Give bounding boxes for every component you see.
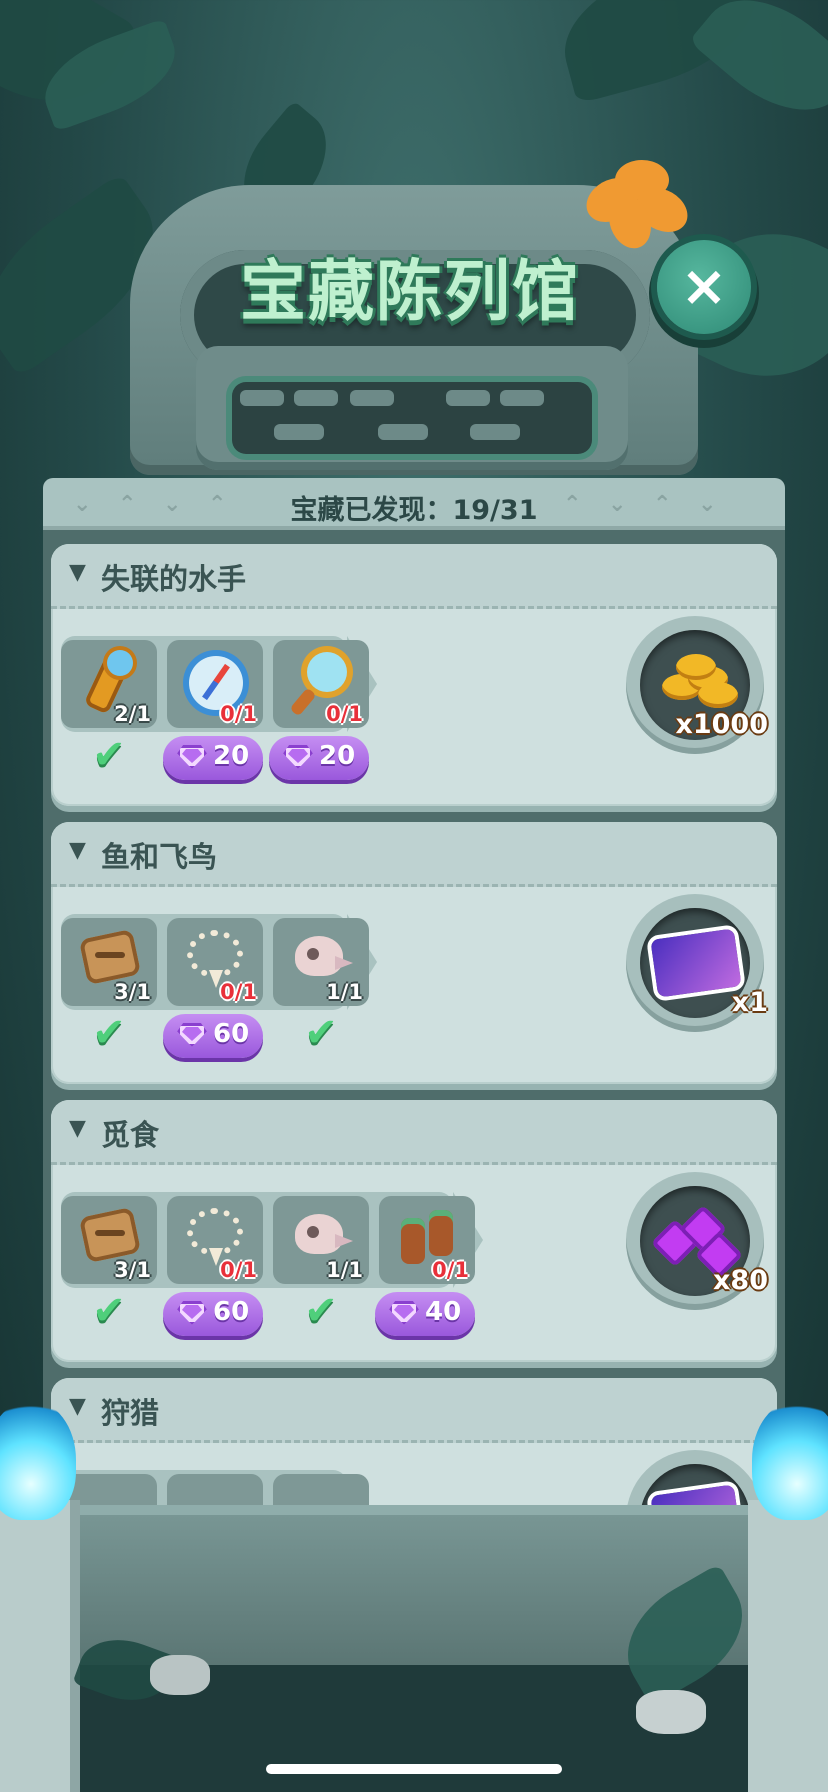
right-pillar bbox=[748, 1500, 828, 1792]
collection-item[interactable]: 3/1 bbox=[61, 1196, 157, 1284]
brick-decoration bbox=[470, 424, 520, 440]
brick-decoration bbox=[446, 390, 490, 406]
orange-flower-decoration bbox=[575, 160, 696, 255]
buy-with-gems-button[interactable]: 60 bbox=[163, 1292, 263, 1336]
check-icon: ✔ bbox=[304, 1288, 338, 1334]
collection-item[interactable]: 2/1 bbox=[61, 640, 157, 728]
gem-price: 20 bbox=[319, 741, 356, 771]
collection-item[interactable]: 0/1 bbox=[379, 1196, 475, 1284]
gem-price: 20 bbox=[213, 741, 250, 771]
item-count: 0/1 bbox=[220, 1258, 257, 1282]
reward-amount: x1 bbox=[731, 987, 768, 1018]
collection-item[interactable]: 0/1 bbox=[167, 640, 263, 728]
item-count: 0/1 bbox=[220, 980, 257, 1004]
gem-price: 40 bbox=[425, 1297, 462, 1327]
chevron-down-icon: ▼ bbox=[69, 560, 86, 585]
brick-decoration bbox=[350, 390, 394, 406]
collection-item[interactable]: 0/1 bbox=[167, 1196, 263, 1284]
section-header[interactable]: ▼ 失联的水手 bbox=[51, 544, 777, 609]
gem-icon bbox=[283, 745, 313, 769]
buy-with-gems-button[interactable]: 20 bbox=[269, 736, 369, 780]
collection-list[interactable]: ▼ 失联的水手 2/1 ✔ 0/1 20 0/1 20 x1000 ▼ 鱼和飞鸟… bbox=[43, 530, 785, 1505]
discovered-bar: ⌄ ⌃ ⌄ ⌃ ⌃ ⌄ ⌃ ⌄ 宝藏已发现：19/31 bbox=[43, 478, 785, 530]
section-reward[interactable]: x1000 bbox=[626, 616, 768, 754]
section-reward[interactable]: x1 bbox=[626, 894, 768, 1032]
brick-decoration bbox=[378, 424, 428, 440]
collection-section[interactable]: ▼ 鱼和飞鸟 3/1 ✔ 0/1 60 1/1 ✔ x1 bbox=[51, 822, 777, 1084]
gem-icon bbox=[177, 1023, 207, 1047]
section-header[interactable]: ▼ 鱼和飞鸟 bbox=[51, 822, 777, 887]
chevron-down-icon: ▼ bbox=[69, 1394, 86, 1419]
home-indicator[interactable] bbox=[266, 1764, 562, 1774]
gem-price: 60 bbox=[213, 1019, 250, 1049]
page-title: 宝藏陈列馆 bbox=[240, 253, 580, 330]
gem-icon bbox=[177, 1301, 207, 1325]
section-title: 狩猎 bbox=[101, 1396, 160, 1430]
item-count: 3/1 bbox=[114, 1258, 151, 1282]
section-title: 鱼和飞鸟 bbox=[101, 840, 218, 874]
check-icon: ✔ bbox=[92, 1288, 126, 1334]
gem-icon bbox=[389, 1301, 419, 1325]
item-count: 3/1 bbox=[114, 980, 151, 1004]
section-title: 失联的水手 bbox=[101, 562, 247, 596]
section-header[interactable]: ▼ 狩猎 bbox=[51, 1378, 777, 1443]
buy-with-gems-button[interactable]: 20 bbox=[163, 736, 263, 780]
section-reward[interactable] bbox=[626, 1450, 764, 1505]
section-reward[interactable]: x80 bbox=[626, 1172, 768, 1310]
item-count: 0/1 bbox=[432, 1258, 469, 1282]
rock-decoration bbox=[636, 1690, 706, 1734]
reward-amount: x1000 bbox=[675, 709, 768, 740]
section-title: 觅食 bbox=[101, 1118, 160, 1152]
chevron-down-icon: ▼ bbox=[69, 838, 86, 863]
buy-with-gems-button[interactable]: 60 bbox=[163, 1014, 263, 1058]
gem-price: 60 bbox=[213, 1297, 250, 1327]
rock-decoration bbox=[150, 1655, 210, 1695]
collection-item[interactable]: 1/1 bbox=[273, 1196, 369, 1284]
buy-with-gems-button[interactable]: 40 bbox=[375, 1292, 475, 1336]
collection-item[interactable]: 1/1 bbox=[273, 918, 369, 1006]
gem-icon bbox=[177, 745, 207, 769]
check-icon: ✔ bbox=[304, 1010, 338, 1056]
section-header[interactable]: ▼ 觅食 bbox=[51, 1100, 777, 1165]
collection-section[interactable]: ▼ 失联的水手 2/1 ✔ 0/1 20 0/1 20 x1000 bbox=[51, 544, 777, 806]
brick-decoration bbox=[294, 390, 338, 406]
item-count: 0/1 bbox=[326, 702, 363, 726]
left-pillar bbox=[0, 1500, 80, 1792]
brick-decoration bbox=[240, 390, 284, 406]
jungle-leaf-decoration bbox=[688, 0, 828, 138]
brick-decoration bbox=[500, 390, 544, 406]
collection-section[interactable]: ▼ 狩猎 bbox=[51, 1378, 777, 1505]
brick-decoration bbox=[274, 424, 324, 440]
collection-item[interactable]: 0/1 bbox=[167, 918, 263, 1006]
collection-item[interactable]: 3/1 bbox=[61, 918, 157, 1006]
collection-item[interactable] bbox=[167, 1474, 263, 1505]
discovered-count: 宝藏已发现：19/31 bbox=[290, 495, 538, 526]
blue-flame-icon bbox=[752, 1400, 828, 1520]
collection-item[interactable] bbox=[273, 1474, 369, 1505]
check-icon: ✔ bbox=[92, 1010, 126, 1056]
item-count: 1/1 bbox=[326, 1258, 363, 1282]
collection-item[interactable]: 0/1 bbox=[273, 640, 369, 728]
collection-section[interactable]: ▼ 觅食 3/1 ✔ 0/1 60 1/1 ✔ 0/1 40 x80 bbox=[51, 1100, 777, 1362]
chevron-down-icon: ▼ bbox=[69, 1116, 86, 1141]
item-count: 1/1 bbox=[326, 980, 363, 1004]
close-button[interactable]: × bbox=[657, 240, 751, 334]
item-count: 0/1 bbox=[220, 702, 257, 726]
reward-amount: x80 bbox=[713, 1265, 768, 1296]
check-icon: ✔ bbox=[92, 732, 126, 778]
item-count: 2/1 bbox=[114, 702, 151, 726]
magic-ticket-icon bbox=[640, 1464, 750, 1505]
